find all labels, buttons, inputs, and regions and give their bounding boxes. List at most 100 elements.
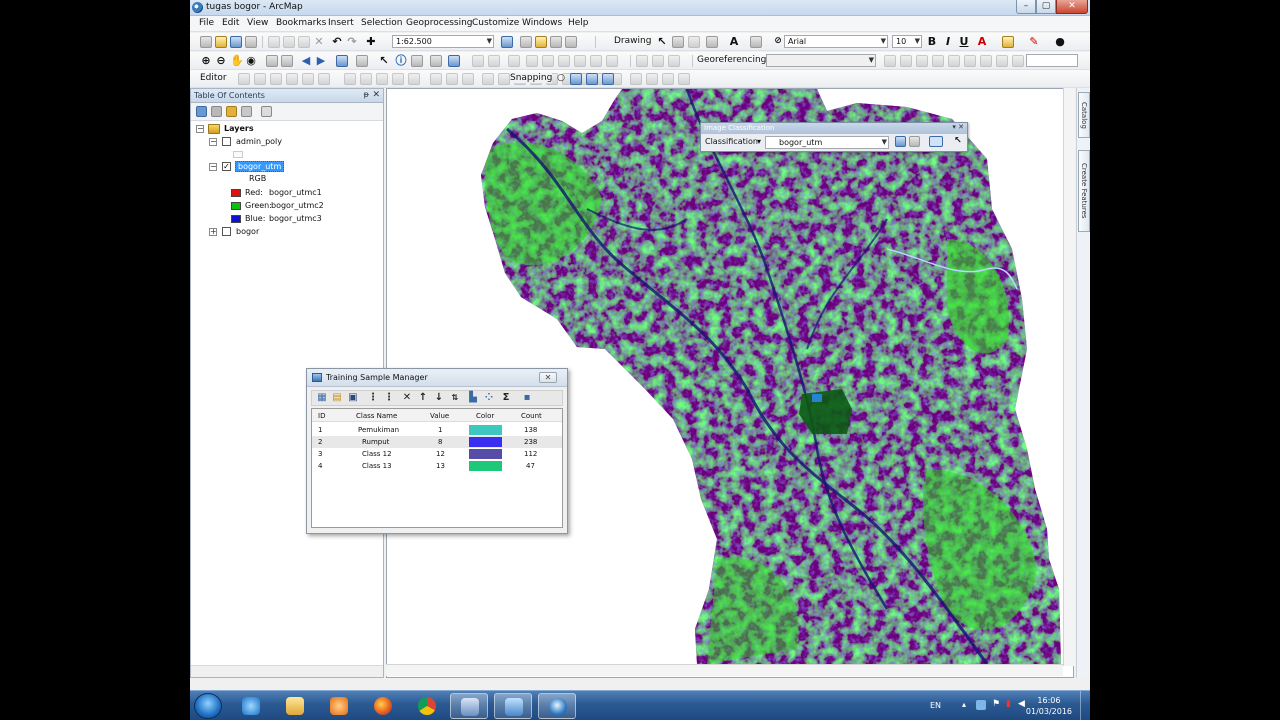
ic-window-buttons[interactable]: ▾ ✕	[952, 123, 964, 131]
editor-menu[interactable]: Editor	[200, 73, 227, 83]
col-class-name[interactable]: Class Name	[356, 412, 397, 420]
fixed-zoom-out-icon[interactable]	[281, 55, 293, 67]
menu-bookmarks[interactable]: Bookmarks	[276, 18, 326, 28]
geo-tool-3-icon[interactable]	[668, 55, 680, 67]
show-desktop-button[interactable]	[1080, 691, 1090, 720]
forward-extent-icon[interactable]: ▶	[315, 55, 327, 67]
col-color[interactable]: Color	[476, 412, 494, 420]
new-document-icon[interactable]	[200, 36, 212, 48]
menu-help[interactable]: Help	[568, 18, 589, 28]
select-elements-tool-icon[interactable]: ↖	[378, 55, 390, 67]
edit-vertices-icon[interactable]	[750, 36, 762, 48]
georef-extra2-icon[interactable]	[996, 55, 1008, 67]
class-color-swatch[interactable]	[469, 461, 502, 471]
contrast-icon[interactable]	[574, 55, 586, 67]
col-value[interactable]: Value	[430, 412, 449, 420]
tray-expand-icon[interactable]: ▴	[962, 700, 966, 709]
layer-bogor-utm-checkbox[interactable]: ✓	[222, 162, 231, 171]
flag-icon[interactable]: ⚑	[992, 699, 1000, 709]
open-icon[interactable]	[215, 36, 227, 48]
topology-1-icon[interactable]	[482, 73, 494, 85]
select-features-icon[interactable]	[336, 55, 348, 67]
class-name-cell[interactable]: Pemukiman	[358, 426, 399, 434]
taskbar-arccatalog[interactable]	[494, 693, 532, 719]
view-link-table-icon[interactable]	[932, 55, 944, 67]
menu-selection[interactable]: Selection	[361, 18, 402, 28]
table-row[interactable]: 2 Rumput 8 238	[312, 436, 562, 448]
topology-2-icon[interactable]	[498, 73, 510, 85]
load-training-icon[interactable]: ▤	[332, 393, 342, 403]
class-name-cell[interactable]: Class 13	[362, 462, 392, 470]
taskbar-arcmap[interactable]	[538, 693, 576, 719]
training-manager-icon[interactable]	[895, 136, 906, 147]
move-up-icon[interactable]: ↑	[418, 393, 428, 403]
pan-icon[interactable]: ✋	[230, 55, 244, 67]
toc-close-button[interactable]: ✕	[372, 90, 380, 100]
brightness-icon[interactable]	[590, 55, 602, 67]
reshape-icon[interactable]	[360, 73, 372, 85]
sort-icon[interactable]: ⇅	[450, 393, 460, 403]
taskbar-explorer[interactable]	[276, 693, 314, 719]
save-icon[interactable]	[230, 36, 242, 48]
undo-icon[interactable]: ↶	[331, 36, 343, 48]
topology-10-icon[interactable]	[630, 73, 642, 85]
rotate-georef-icon[interactable]	[884, 55, 896, 67]
font-name-combo[interactable]: Arial ▼	[784, 35, 888, 48]
minimize-button[interactable]: –	[1016, 0, 1036, 14]
draw-polygon-icon[interactable]	[909, 136, 920, 147]
tsm-titlebar[interactable]: Training Sample Manager ✕	[307, 369, 567, 387]
pin-icon[interactable]: ᵽ	[364, 90, 369, 99]
cut-icon[interactable]	[268, 36, 280, 48]
vertex-snapping-icon[interactable]	[586, 73, 598, 85]
redo-icon[interactable]: ↷	[346, 36, 358, 48]
table-row[interactable]: 3 Class 12 12 112	[312, 448, 562, 460]
html-popup-icon[interactable]	[472, 55, 484, 67]
toc-scrollbar[interactable]	[191, 665, 383, 677]
edit-tool-icon[interactable]	[238, 73, 250, 85]
col-count[interactable]: Count	[521, 412, 542, 420]
drawing-menu[interactable]: Drawing	[614, 36, 651, 46]
topology-11-icon[interactable]	[646, 73, 658, 85]
georef-pan-icon[interactable]	[964, 55, 976, 67]
topology-13-icon[interactable]	[678, 73, 690, 85]
classification-menu[interactable]: Classification	[705, 137, 758, 146]
georeferencing-menu[interactable]: Georeferencing	[697, 55, 766, 65]
arctoolbox-icon[interactable]	[565, 36, 577, 48]
edit-vertices-tool-icon[interactable]	[344, 73, 356, 85]
catalog-tab[interactable]: Catalog	[1078, 92, 1090, 138]
move-down-icon[interactable]: ↓	[434, 393, 444, 403]
find-icon[interactable]	[411, 55, 423, 67]
menu-geoprocessing[interactable]: Geoprocessing	[406, 18, 473, 28]
map-vertical-scrollbar[interactable]	[1063, 88, 1075, 666]
create-viewer-icon[interactable]	[508, 55, 520, 67]
measure-icon[interactable]	[430, 55, 442, 67]
merge-icon[interactable]: ▦	[317, 393, 327, 403]
create-features-icon[interactable]	[462, 73, 474, 85]
taskbar-chrome[interactable]	[408, 693, 446, 719]
toc-options-icon[interactable]	[261, 106, 272, 117]
map-horizontal-scrollbar[interactable]	[386, 664, 1063, 676]
geo-tool-2-icon[interactable]	[652, 55, 664, 67]
marker-color-icon[interactable]: ●	[1054, 36, 1066, 48]
flicker-icon[interactable]	[558, 55, 570, 67]
start-button[interactable]	[194, 693, 222, 719]
layer-bogor-checkbox[interactable]	[222, 227, 231, 236]
maximize-button[interactable]: ▢	[1036, 0, 1056, 14]
line-color-icon[interactable]: ✎	[1028, 36, 1040, 48]
catalog-icon[interactable]	[535, 36, 547, 48]
georef-layer-combo[interactable]: ▼	[766, 54, 876, 67]
fixed-zoom-in-icon[interactable]	[266, 55, 278, 67]
georef-extra-icon[interactable]	[980, 55, 992, 67]
search-box[interactable]	[1026, 54, 1078, 67]
editor-toolbar-icon[interactable]	[501, 36, 513, 48]
point-icon[interactable]	[318, 73, 330, 85]
reset-class-values-icon[interactable]: ⋮	[368, 393, 378, 403]
col-id[interactable]: ID	[318, 412, 325, 420]
table-row[interactable]: 1 Pemukiman 1 138	[312, 424, 562, 436]
taskbar-save-app[interactable]	[450, 693, 488, 719]
sketch-properties-icon[interactable]	[446, 73, 458, 85]
transparency-icon[interactable]	[606, 55, 618, 67]
bold-button[interactable]: B	[926, 36, 938, 48]
battery-icon[interactable]: ▮	[1006, 699, 1011, 709]
shift-georef-icon[interactable]	[900, 55, 912, 67]
